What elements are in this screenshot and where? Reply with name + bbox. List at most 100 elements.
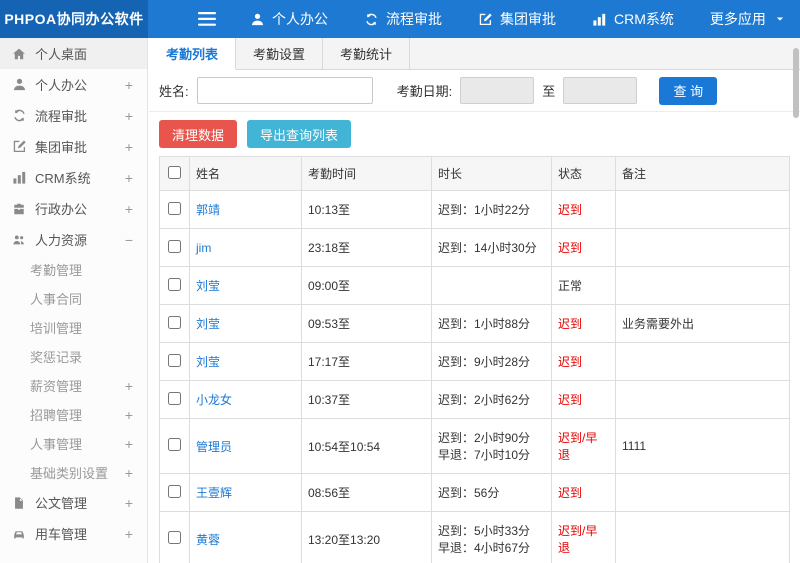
sidebar-item-reward-punishment[interactable]: 奖惩记录 <box>0 342 147 371</box>
employee-name-link[interactable]: 刘莹 <box>196 355 220 369</box>
employee-name-link[interactable]: 黄蓉 <box>196 533 220 547</box>
col-header-time: 考勤时间 <box>301 156 432 191</box>
sidebar-item-personnel-management[interactable]: 人事管理 + <box>0 429 147 458</box>
row-checkbox[interactable] <box>168 201 181 215</box>
sidebar-item-label: 薪资管理 <box>30 379 83 394</box>
sidebar-item-salary-management[interactable]: 薪资管理 + <box>0 371 147 400</box>
row-check-cell <box>159 228 190 267</box>
expand-toggle-icon[interactable]: − <box>125 233 133 247</box>
select-all-cell <box>159 156 190 191</box>
row-checkbox[interactable] <box>168 239 181 253</box>
select-all-checkbox[interactable] <box>168 165 181 179</box>
duration-cell: 迟到：5小时33分 早退：4小时67分 <box>431 511 552 563</box>
sidebar-item-label: 人力资源 <box>35 233 88 248</box>
employee-name-link[interactable]: 刘莹 <box>196 279 220 293</box>
expand-toggle-icon[interactable]: + <box>125 78 133 92</box>
search-button[interactable]: 查 询 <box>659 76 718 105</box>
date-from-input[interactable] <box>460 77 535 104</box>
sidebar-item-personal-desktop[interactable]: 个人桌面 <box>0 38 147 69</box>
user-icon <box>250 12 265 27</box>
note-cell: 1111 <box>615 418 790 474</box>
sidebar-item-admin-office[interactable]: 行政办公 + <box>0 193 147 224</box>
nav-item-personal-office[interactable]: 个人办公 <box>250 9 328 29</box>
sidebar-item-label: 行政办公 <box>35 202 88 217</box>
row-checkbox[interactable] <box>168 531 181 544</box>
attendance-time-cell: 23:18至 <box>301 228 432 267</box>
note-cell <box>615 228 790 267</box>
row-checkbox[interactable] <box>168 391 181 405</box>
attendance-table-body: 郭靖 10:13至 迟到：1小时22分 迟到 jim 23:18至 迟到：14小时30分 迟到… <box>159 190 790 563</box>
row-checkbox[interactable] <box>168 353 181 367</box>
row-check-cell <box>159 511 190 563</box>
expand-toggle-icon[interactable]: + <box>125 466 133 480</box>
expand-toggle-icon[interactable]: + <box>125 140 133 154</box>
sidebar-item-personal-office[interactable]: 个人办公 + <box>0 69 147 100</box>
sidebar-item-vehicle-management[interactable]: 用车管理 + <box>0 518 147 549</box>
employee-name-link[interactable]: 刘莹 <box>196 317 220 331</box>
status-cell: 迟到 <box>551 473 616 512</box>
sidebar-item-attendance-management[interactable]: 考勤管理 <box>0 255 147 284</box>
expand-toggle-icon[interactable]: + <box>125 379 133 393</box>
sidebar-item-training-management[interactable]: 培训管理 <box>0 313 147 342</box>
expand-toggle-icon[interactable]: + <box>125 527 133 541</box>
table-row: 郭靖 10:13至 迟到：1小时22分 迟到 <box>159 190 790 229</box>
nav-item-more-apps[interactable]: 更多应用 <box>710 9 785 29</box>
sidebar-item-label: 个人桌面 <box>35 47 88 62</box>
date-to-input[interactable] <box>563 77 638 104</box>
duration-cell: 迟到：1小时22分 <box>431 190 552 229</box>
row-checkbox[interactable] <box>168 438 181 451</box>
car-icon <box>12 527 27 541</box>
employee-name-link[interactable]: 王壹辉 <box>196 486 232 500</box>
tab-attendance-stats[interactable]: 考勤统计 <box>323 38 411 70</box>
page-scrollbar[interactable] <box>793 48 799 118</box>
expand-toggle-icon[interactable]: + <box>125 109 133 123</box>
tab-attendance-settings[interactable]: 考勤设置 <box>236 38 324 70</box>
sidebar-item-document-management[interactable]: 公文管理 + <box>0 487 147 518</box>
col-header-duration: 时长 <box>431 156 552 191</box>
hamburger-menu-icon[interactable] <box>198 12 216 26</box>
row-checkbox[interactable] <box>168 484 181 498</box>
nav-item-label: CRM系统 <box>614 11 674 27</box>
export-list-button[interactable]: 导出查询列表 <box>247 120 352 148</box>
employee-name-link[interactable]: 郭靖 <box>196 203 220 217</box>
nav-item-workflow-approval[interactable]: 流程审批 <box>364 9 442 29</box>
nav-item-group-approval[interactable]: 集团审批 <box>478 9 556 29</box>
row-checkbox[interactable] <box>168 277 181 291</box>
clear-data-button[interactable]: 清理数据 <box>159 120 238 148</box>
sidebar-item-human-resources[interactable]: 人力资源 − <box>0 224 147 255</box>
employee-name-link[interactable]: 小龙女 <box>196 393 232 407</box>
expand-toggle-icon[interactable]: + <box>125 408 133 422</box>
table-row: 管理员 10:54至10:54 迟到：2小时90分 早退：7小时10分 迟到/早退 111… <box>159 418 790 474</box>
sidebar-item-label: 考勤管理 <box>30 263 83 278</box>
employee-name-link[interactable]: jim <box>196 241 211 255</box>
employee-name-link[interactable]: 管理员 <box>196 440 232 454</box>
row-checkbox[interactable] <box>168 315 181 329</box>
sidebar-item-group-approval[interactable]: 集团审批 + <box>0 131 147 162</box>
attendance-table-wrap: 姓名 考勤时间 时长 状态 备注 郭靖 10:13至 迟到：1小时22分 迟到 jim 2… <box>149 156 800 563</box>
duration-cell: 迟到：2小时90分 早退：7小时10分 <box>431 418 552 474</box>
sidebar-item-personnel-contract[interactable]: 人事合同 <box>0 284 147 313</box>
duration-cell: 迟到：56分 <box>431 473 552 512</box>
tab-attendance-list[interactable]: 考勤列表 <box>149 38 237 70</box>
status-cell: 迟到 <box>551 380 616 419</box>
sidebar-item-recruitment-management[interactable]: 招聘管理 + <box>0 400 147 429</box>
duration-cell: 迟到：1小时88分 <box>431 304 552 343</box>
sidebar-item-crm-system[interactable]: CRM系统 + <box>0 162 147 193</box>
note-cell <box>615 266 790 305</box>
table-row: 刘莹 09:00至 正常 <box>159 266 790 305</box>
sidebar-item-base-category-settings[interactable]: 基础类别设置 + <box>0 458 147 487</box>
employee-name-cell: 黄蓉 <box>189 511 302 563</box>
attendance-time-cell: 09:53至 <box>301 304 432 343</box>
edit-icon <box>478 12 493 27</box>
expand-toggle-icon[interactable]: + <box>125 171 133 185</box>
status-cell: 迟到 <box>551 304 616 343</box>
expand-toggle-icon[interactable]: + <box>125 496 133 510</box>
name-filter-input[interactable] <box>196 77 373 104</box>
doc-icon <box>12 496 27 510</box>
expand-toggle-icon[interactable]: + <box>125 437 133 451</box>
nav-item-crm-system[interactable]: CRM系统 <box>592 9 674 29</box>
table-row: 刘莹 09:53至 迟到：1小时88分 迟到 业务需要外出 <box>159 304 790 343</box>
expand-toggle-icon[interactable]: + <box>125 202 133 216</box>
date-to-label: 至 <box>542 84 556 99</box>
sidebar-item-workflow-approval[interactable]: 流程审批 + <box>0 100 147 131</box>
